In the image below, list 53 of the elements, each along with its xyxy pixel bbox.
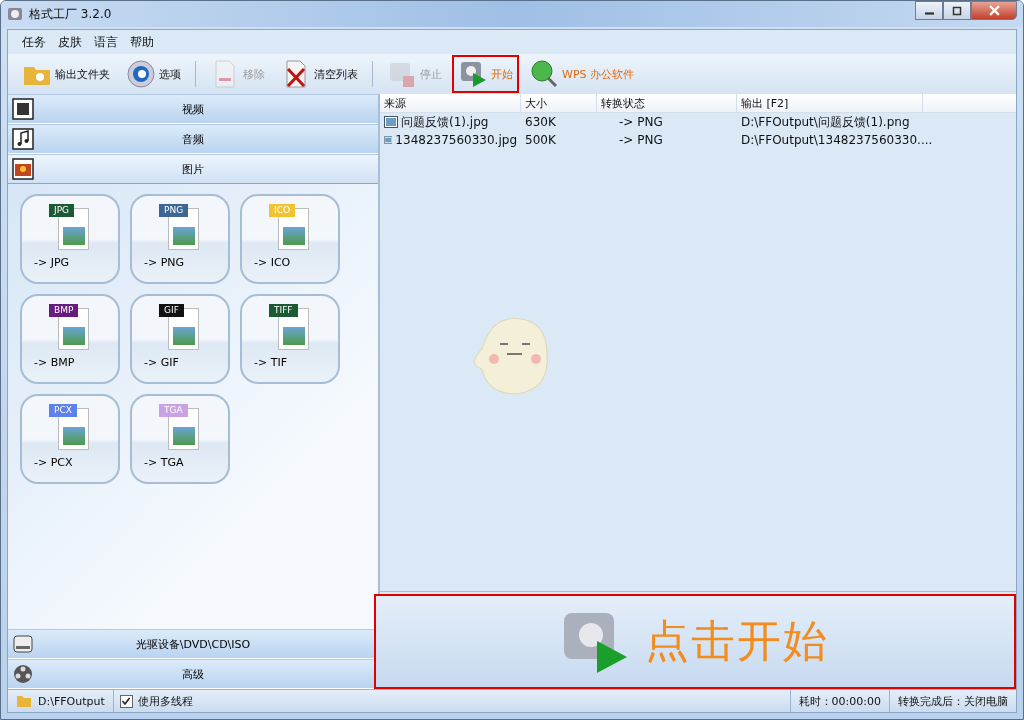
menu-item[interactable]: 帮助 [126, 33, 158, 51]
disc-drive-icon [12, 633, 34, 655]
menu-item[interactable]: 皮肤 [54, 33, 86, 51]
table-cell: -> PNG [619, 133, 663, 147]
format-button[interactable]: ICO -> ICO [240, 194, 340, 284]
format-button[interactable]: BMP -> BMP [20, 294, 120, 384]
folder-icon [16, 694, 32, 708]
settings-icon [126, 59, 156, 89]
film-reel-icon [12, 663, 34, 685]
globe-search-icon [529, 59, 559, 89]
table-cell: 630K [525, 115, 556, 129]
maximize-icon [952, 5, 962, 16]
table-cell: -> PNG [619, 115, 663, 129]
column-header[interactable]: 来源 [380, 94, 521, 112]
minimize-button[interactable] [915, 1, 943, 20]
format-button[interactable]: JPG -> JPG [20, 194, 120, 284]
close-button[interactable] [971, 1, 1017, 20]
format-button[interactable]: TGA -> TGA [130, 394, 230, 484]
menu-item[interactable]: 语言 [90, 33, 122, 51]
format-button[interactable]: PCX -> PCX [20, 394, 120, 484]
column-header[interactable]: 转换状态 [597, 94, 737, 112]
after-done-action: 转换完成后：关闭电脑 [889, 690, 1016, 712]
format-button[interactable]: GIF -> GIF [130, 294, 230, 384]
elapsed-time: 耗时：00:00:00 [789, 690, 889, 712]
play-icon [458, 59, 488, 89]
table-cell: 问题反馈(1).jpg [401, 113, 489, 131]
column-header[interactable]: 大小 [521, 94, 597, 112]
checkbox-label: 使用多线程 [137, 693, 193, 709]
format-button[interactable]: PNG -> PNG [130, 194, 230, 284]
table-cell: 500K [525, 133, 556, 147]
menu-item[interactable]: 任务 [18, 33, 50, 51]
column-header[interactable]: 输出 [F2] [737, 94, 923, 112]
image-file-icon [384, 116, 398, 128]
picture-icon [12, 158, 34, 180]
category-tab[interactable]: 视频 [8, 94, 378, 124]
image-file-icon [384, 134, 393, 146]
close-icon [988, 5, 1000, 16]
minimize-icon [924, 12, 934, 15]
app-icon [7, 6, 23, 22]
table-cell: D:\FFOutput\1348237560330.... [741, 133, 933, 147]
music-note-icon [12, 128, 34, 150]
maximize-button[interactable] [943, 1, 971, 20]
output-folder-path: D:\FFOutput [38, 694, 105, 708]
table-cell: 1348237560330.jpg [395, 133, 517, 147]
checkbox[interactable] [119, 694, 133, 708]
category-tab[interactable]: 图片 [8, 154, 378, 184]
window-title: 格式工厂 3.2.0 [29, 5, 112, 23]
format-button[interactable]: TIFF -> TIF [240, 294, 340, 384]
table-cell: D:\FFOutput\问题反馈(1).png [741, 113, 910, 131]
toolbar-button[interactable]: 清空列表 [275, 55, 364, 93]
toolbar-button[interactable]: 输出文件夹 [16, 55, 116, 93]
toolbar-button[interactable]: 选项 [120, 55, 187, 93]
category-tab[interactable]: 音频 [8, 124, 378, 154]
